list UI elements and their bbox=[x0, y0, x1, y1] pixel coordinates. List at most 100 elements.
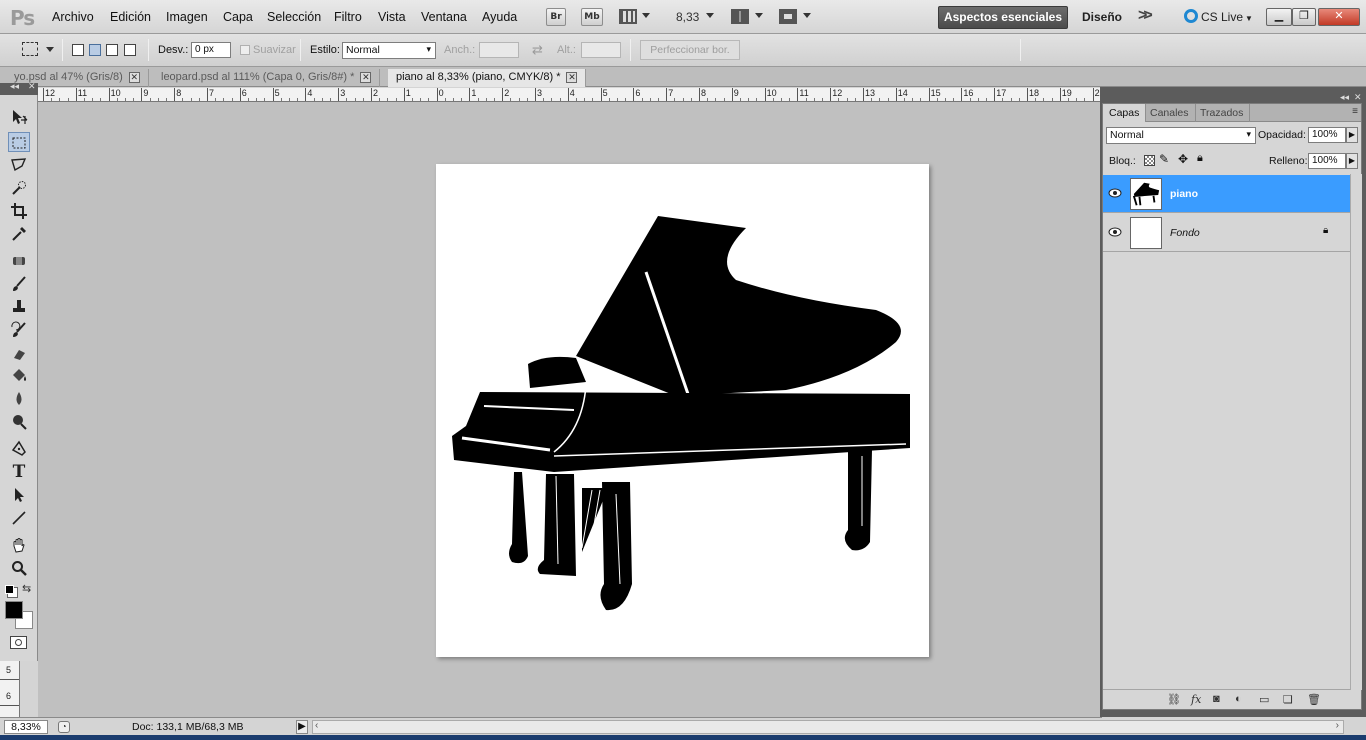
mini-bridge-button[interactable]: Mb bbox=[581, 8, 603, 26]
tab-channels[interactable]: Canales bbox=[1144, 104, 1196, 122]
panel-menu-icon[interactable]: ≡ bbox=[1352, 106, 1358, 117]
foreground-color-swatch[interactable] bbox=[5, 601, 23, 619]
tools-panel-header[interactable]: ◂◂ ✕ bbox=[0, 81, 38, 95]
blend-mode-select[interactable]: Normal ▾ bbox=[1106, 127, 1256, 144]
document-canvas[interactable] bbox=[436, 164, 929, 657]
clone-stamp-tool-icon[interactable] bbox=[8, 297, 30, 317]
intersect-selection-icon[interactable] bbox=[124, 44, 136, 56]
fill-slider-arrow-icon[interactable]: ▶ bbox=[1346, 153, 1358, 169]
eye-icon[interactable] bbox=[1107, 186, 1123, 200]
zoom-level[interactable]: 8,33 bbox=[676, 10, 699, 24]
type-tool-icon[interactable]: T bbox=[8, 462, 30, 482]
chevron-down-icon[interactable] bbox=[642, 13, 650, 18]
subtract-from-selection-icon[interactable] bbox=[106, 44, 118, 56]
tab-layers[interactable]: Capas bbox=[1103, 104, 1147, 122]
swap-dimensions-icon[interactable]: ⇄ bbox=[532, 42, 543, 58]
collapse-icon[interactable]: ◂◂ bbox=[10, 81, 19, 92]
horizontal-scrollbar[interactable]: ‹ › bbox=[312, 720, 1344, 734]
layers-vertical-scrollbar[interactable] bbox=[1350, 174, 1362, 690]
antialias-checkbox[interactable] bbox=[240, 45, 250, 55]
eye-icon[interactable] bbox=[1107, 225, 1123, 239]
quick-selection-tool-icon[interactable] bbox=[8, 178, 30, 198]
fill-input[interactable]: 100% bbox=[1308, 153, 1346, 169]
lock-pixels-icon[interactable]: ✎ bbox=[1159, 152, 1169, 166]
hand-tool-icon[interactable] bbox=[8, 535, 30, 555]
workspace-design-button[interactable]: Diseño bbox=[1082, 10, 1122, 24]
lock-all-icon[interactable]: 🔒︎ bbox=[1197, 152, 1203, 165]
close-icon[interactable]: ✕ bbox=[566, 72, 578, 83]
workspace-essentials-button[interactable]: Aspectos esenciales bbox=[938, 6, 1068, 29]
layer-row-fondo[interactable]: Fondo 🔒︎ bbox=[1103, 214, 1361, 252]
layer-row-piano[interactable]: piano bbox=[1103, 175, 1361, 213]
close-window-button[interactable]: ✕ bbox=[1318, 8, 1360, 26]
menu-ventana[interactable]: Ventana bbox=[421, 10, 467, 24]
height-input[interactable] bbox=[581, 42, 621, 58]
menu-archivo[interactable]: Archivo bbox=[52, 10, 94, 24]
tab-document-leopard[interactable]: leopard.psd al 111% (Capa 0, Gris/8#) * ✕ bbox=[153, 69, 381, 87]
new-selection-icon[interactable] bbox=[72, 44, 84, 56]
tab-document-piano[interactable]: piano al 8,33% (piano, CMYK/8) * ✕ bbox=[388, 69, 587, 87]
quick-mask-icon[interactable] bbox=[10, 636, 27, 649]
restore-button[interactable]: ❐ bbox=[1292, 8, 1316, 26]
bridge-button[interactable]: Br bbox=[546, 8, 566, 26]
zoom-tool-icon[interactable] bbox=[8, 558, 30, 578]
zoom-status-field[interactable]: 8,33% bbox=[4, 720, 48, 734]
close-panels-icon[interactable]: ✕ bbox=[1354, 92, 1362, 103]
close-icon[interactable]: ✕ bbox=[128, 72, 140, 83]
lock-position-icon[interactable]: ✥ bbox=[1178, 152, 1188, 166]
chevron-down-icon[interactable] bbox=[706, 13, 714, 18]
refine-edge-button[interactable]: Perfeccionar bor. bbox=[640, 40, 740, 60]
more-workspaces-icon[interactable]: >> bbox=[1138, 7, 1153, 25]
cs-live-button[interactable]: CS Live ▼ bbox=[1184, 9, 1253, 24]
menu-edicion[interactable]: Edición bbox=[110, 10, 151, 24]
spot-healing-tool-icon[interactable] bbox=[8, 251, 30, 271]
line-tool-icon[interactable] bbox=[8, 508, 30, 528]
close-icon[interactable]: ✕ bbox=[360, 72, 372, 83]
brush-tool-icon[interactable] bbox=[8, 274, 30, 294]
chevron-down-icon[interactable] bbox=[755, 13, 763, 18]
crop-tool-icon[interactable] bbox=[8, 201, 30, 221]
opacity-slider-arrow-icon[interactable]: ▶ bbox=[1346, 127, 1358, 143]
path-selection-tool-icon[interactable] bbox=[8, 485, 30, 505]
new-group-icon[interactable]: ▭ bbox=[1259, 693, 1269, 706]
lasso-tool-icon[interactable] bbox=[8, 155, 30, 175]
eraser-tool-icon[interactable] bbox=[8, 343, 30, 363]
new-layer-icon[interactable]: ❏ bbox=[1283, 693, 1293, 706]
status-menu-arrow-icon[interactable]: ▶ bbox=[296, 720, 308, 734]
screen-mode-icon[interactable] bbox=[779, 9, 797, 24]
width-input[interactable] bbox=[479, 42, 519, 58]
menu-ayuda[interactable]: Ayuda bbox=[482, 10, 517, 24]
close-icon[interactable]: ✕ bbox=[28, 81, 36, 92]
menu-imagen[interactable]: Imagen bbox=[166, 10, 208, 24]
pen-tool-icon[interactable] bbox=[8, 439, 30, 459]
eyedropper-tool-icon[interactable] bbox=[8, 224, 30, 244]
status-info-icon[interactable]: ◔ bbox=[58, 721, 70, 733]
move-tool-icon[interactable] bbox=[8, 107, 30, 127]
layer-mask-icon[interactable]: ◙ bbox=[1213, 693, 1220, 705]
extras-icon[interactable] bbox=[619, 9, 637, 24]
opacity-input[interactable]: 100% bbox=[1308, 127, 1346, 143]
menu-seleccion[interactable]: Selección bbox=[267, 10, 321, 24]
add-to-selection-icon[interactable] bbox=[89, 44, 101, 56]
feather-input[interactable]: 0 px bbox=[191, 42, 231, 58]
rectangular-marquee-tool-icon[interactable] bbox=[8, 132, 30, 152]
menu-vista[interactable]: Vista bbox=[378, 10, 406, 24]
lock-transparent-icon[interactable] bbox=[1144, 155, 1155, 166]
layer-style-icon[interactable]: fx bbox=[1191, 693, 1201, 706]
chevron-down-icon[interactable] bbox=[803, 13, 811, 18]
marquee-tool-preset-icon[interactable] bbox=[22, 42, 38, 56]
collapse-panels-icon[interactable]: ◂◂ bbox=[1340, 92, 1349, 103]
scroll-right-icon[interactable]: › bbox=[1336, 720, 1339, 731]
menu-filtro[interactable]: Filtro bbox=[334, 10, 362, 24]
paint-bucket-tool-icon[interactable] bbox=[8, 366, 30, 386]
dodge-tool-icon[interactable] bbox=[8, 412, 30, 432]
chevron-down-icon[interactable] bbox=[46, 47, 54, 52]
swap-colors-icon[interactable]: ⇆ bbox=[22, 582, 31, 595]
default-colors-icon[interactable] bbox=[5, 585, 14, 594]
blur-tool-icon[interactable] bbox=[8, 389, 30, 409]
minimize-button[interactable]: ▁ bbox=[1266, 8, 1292, 26]
style-select[interactable]: Normal ▾ bbox=[342, 42, 436, 59]
scroll-left-icon[interactable]: ‹ bbox=[315, 720, 318, 731]
history-brush-tool-icon[interactable] bbox=[8, 320, 30, 340]
delete-layer-icon[interactable]: 🗑︎ bbox=[1307, 693, 1321, 706]
